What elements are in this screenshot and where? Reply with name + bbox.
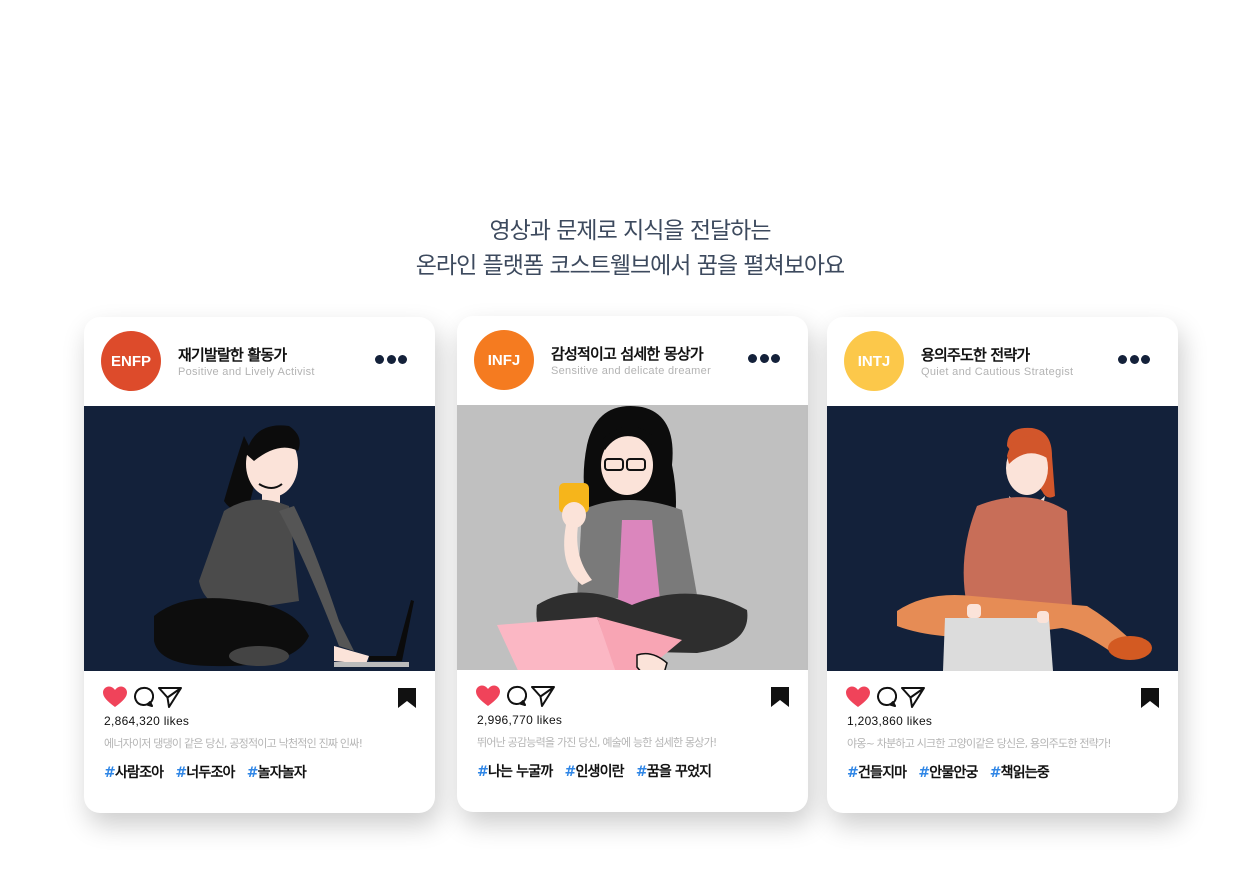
- heart-icon[interactable]: [103, 686, 127, 708]
- paper-plane-icon[interactable]: [158, 686, 182, 708]
- headline-line-2: 온라인 플랫폼 코스트웰브에서 꿈을 펼쳐보아요: [415, 253, 845, 279]
- mbti-card-infj: INFJ 감성적이고 섬세한 몽상가 Sensitive and delicat…: [457, 316, 808, 812]
- card-subtitle: Positive and Lively Activist: [178, 366, 315, 378]
- post-description: 에너자이저 댕댕이 같은 당신, 공정적이고 낙천적인 진짜 인싸!: [104, 737, 363, 750]
- post-description: 야옹~ 차분하고 시크한 고양이같은 당신은, 용의주도한 전략가!: [847, 737, 1112, 750]
- like-count: 2,864,320 likes: [104, 714, 190, 728]
- comment-bubble-icon[interactable]: [875, 686, 897, 708]
- comment-bubble-icon[interactable]: [132, 686, 154, 708]
- hashtag[interactable]: #인생이란: [565, 764, 625, 780]
- more-dots-icon[interactable]: [1118, 354, 1150, 364]
- headline-line-1: 영상과 문제로 지식을 전달하는: [489, 218, 771, 244]
- post-actions: [846, 686, 1166, 710]
- hashtag[interactable]: #안물안궁: [918, 765, 978, 781]
- paper-plane-icon[interactable]: [531, 685, 555, 707]
- more-dots-icon[interactable]: [748, 353, 780, 363]
- mbti-card-enfp: ENFP 재기발랄한 활동가 Positive and Lively Activ…: [84, 317, 435, 813]
- comment-bubble-icon[interactable]: [505, 685, 527, 707]
- headline: 영상과 문제로 지식을 전달하는 온라인 플랫폼 코스트웰브에서 꿈을 펼쳐보아…: [0, 214, 1260, 284]
- card-subtitle: Quiet and Cautious Strategist: [921, 366, 1074, 378]
- card-header: ENFP 재기발랄한 활동가 Positive and Lively Activ…: [84, 317, 435, 406]
- hashtag-list: #나는 누굴까 #인생이란 #꿈을 꾸었지: [477, 761, 719, 781]
- bookmark-icon[interactable]: [1140, 687, 1160, 709]
- bookmark-icon[interactable]: [397, 687, 417, 709]
- card-title: 용의주도한 전략가: [921, 346, 1030, 364]
- card-header: INFJ 감성적이고 섬세한 몽상가 Sensitive and delicat…: [457, 316, 808, 405]
- post-illustration: [457, 405, 808, 670]
- more-dots-icon[interactable]: [375, 354, 407, 364]
- hashtag[interactable]: #사람조아: [104, 765, 164, 781]
- hashtag-list: #건들지마 #안물안궁 #책읽는중: [847, 762, 1057, 782]
- heart-icon[interactable]: [476, 685, 500, 707]
- card-title: 재기발랄한 활동가: [178, 346, 287, 364]
- hashtag[interactable]: #건들지마: [847, 765, 907, 781]
- hashtag[interactable]: #책읽는중: [990, 765, 1050, 781]
- hashtag-list: #사람조아 #너두조아 #놀자놀자: [104, 762, 314, 782]
- post-actions: [103, 686, 423, 710]
- hashtag[interactable]: #나는 누굴까: [477, 764, 553, 780]
- post-description: 뛰어난 공감능력을 가진 당신, 예술에 능한 섬세한 몽상가!: [477, 736, 717, 749]
- profile-badge[interactable]: INTJ: [844, 331, 904, 391]
- bookmark-icon[interactable]: [770, 686, 790, 708]
- post-illustration: [84, 406, 435, 671]
- card-header: INTJ 용의주도한 전략가 Quiet and Cautious Strate…: [827, 317, 1178, 406]
- hashtag[interactable]: #꿈을 꾸었지: [636, 764, 712, 780]
- paper-plane-icon[interactable]: [901, 686, 925, 708]
- heart-icon[interactable]: [846, 686, 870, 708]
- hashtag[interactable]: #놀자놀자: [247, 765, 307, 781]
- post-actions: [476, 685, 796, 709]
- card-subtitle: Sensitive and delicate dreamer: [551, 365, 712, 377]
- hashtag[interactable]: #너두조아: [175, 765, 235, 781]
- like-count: 1,203,860 likes: [847, 714, 933, 728]
- like-count: 2,996,770 likes: [477, 713, 563, 727]
- profile-badge[interactable]: ENFP: [101, 331, 161, 391]
- card-title: 감성적이고 섬세한 몽상가: [551, 345, 704, 363]
- post-illustration: [827, 406, 1178, 671]
- profile-badge[interactable]: INFJ: [474, 330, 534, 390]
- mbti-card-intj: INTJ 용의주도한 전략가 Quiet and Cautious Strate…: [827, 317, 1178, 813]
